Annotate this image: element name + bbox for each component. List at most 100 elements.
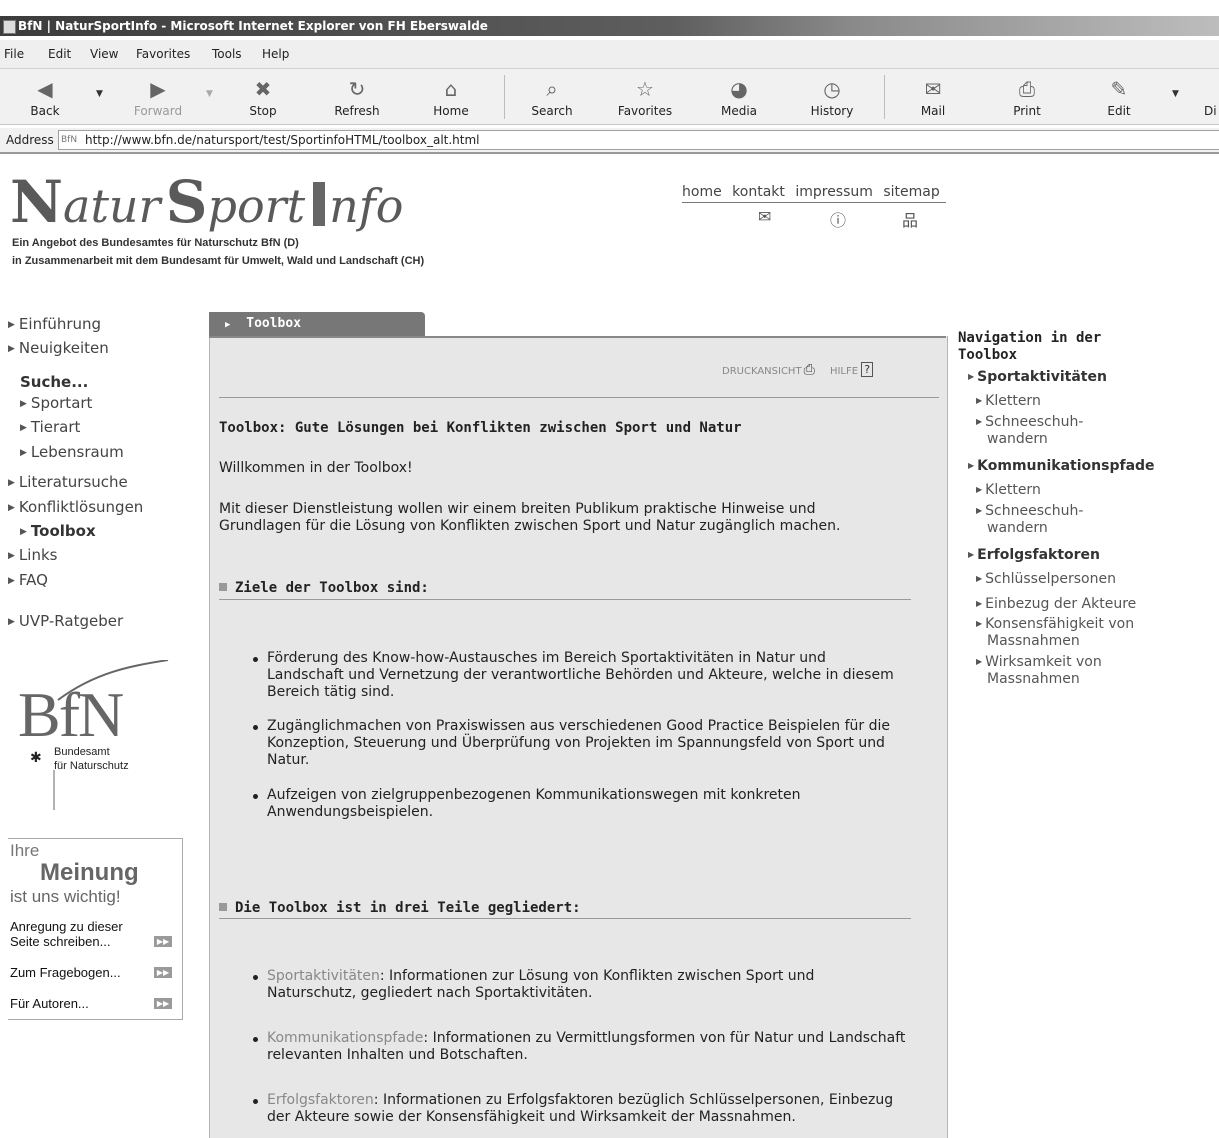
topnav-impressum[interactable]: impressum [795, 184, 873, 200]
envelope-icon[interactable]: ✉ [758, 207, 771, 226]
forward-button[interactable]: ▶ Forward [128, 69, 188, 124]
triangle-right-icon: ▶ [976, 599, 983, 608]
back-button[interactable]: ◀ Back [20, 69, 70, 124]
autoren-link[interactable]: Für Autoren... [10, 996, 89, 1011]
menu-favorites[interactable]: Favorites [136, 40, 190, 68]
anregung-link[interactable]: Anregung zu dieser Seite schreiben... [10, 919, 123, 949]
list-item: Förderung des Know-how-Austausches im Be… [253, 650, 907, 701]
forward-arrow-icon: ▶ [150, 77, 166, 101]
home-button[interactable]: ⌂ Home [426, 69, 476, 124]
hilfe-link[interactable]: HILFE [830, 366, 858, 377]
nav-links[interactable]: ▶ Links [8, 546, 57, 564]
toolbox-nav-title: Navigation in der Toolbox [958, 330, 1102, 363]
site-logo[interactable]: Natur Sport nfo [10, 168, 404, 236]
printer-icon[interactable]: ⎙ [804, 362, 815, 378]
triangle-right-icon: ▶ [20, 527, 27, 537]
divider [219, 599, 911, 600]
square-bullet-icon [219, 903, 227, 911]
forward-dropdown-icon[interactable]: ▼ [206, 89, 213, 99]
favorites-button[interactable]: ☆ Favorites [612, 69, 678, 124]
help-icon[interactable]: ? [861, 362, 874, 377]
druckansicht-link[interactable]: DRUCKANSICHT [722, 366, 802, 377]
stop-icon: ✖ [254, 77, 272, 101]
rnav-schneeschuh-1[interactable]: ▶ Schneeschuh-wandern [976, 413, 1083, 448]
rnav-schluesselpersonen[interactable]: ▶ Schlüsselpersonen [976, 570, 1116, 588]
rnav-schneeschuh-2[interactable]: ▶ Schneeschuh-wandern [976, 502, 1083, 537]
triangle-right-icon: ▶ [8, 617, 15, 627]
refresh-button[interactable]: ↻ Refresh [326, 69, 388, 124]
nav-lebensraum[interactable]: ▶ Lebensraum [20, 443, 124, 461]
erfolgsfaktoren-link[interactable]: Erfolgsfaktoren [267, 1092, 374, 1108]
address-url[interactable]: http://www.bfn.de/natursport/test/Sporti… [85, 131, 480, 149]
nav-faq[interactable]: ▶ FAQ [8, 571, 48, 589]
triangle-right-icon: ▶ [20, 423, 27, 433]
triangle-right-icon: ▶ [976, 657, 983, 666]
bfn-logo[interactable]: BfN ✱ Bundesamt für Naturschutz [18, 660, 178, 810]
rnav-sportaktivitaeten[interactable]: ▶ Sportaktivitäten [968, 368, 1107, 386]
triangle-right-icon: ▶ [8, 344, 15, 354]
menu-view[interactable]: View [90, 40, 118, 68]
back-dropdown-icon[interactable]: ▼ [96, 89, 103, 99]
browser-icon [3, 20, 16, 34]
arrow-button-icon[interactable]: ▶▶ [154, 998, 172, 1009]
print-button[interactable]: ⎙ Print [1002, 69, 1052, 124]
stop-button[interactable]: ✖ Stop [240, 69, 286, 124]
history-button[interactable]: ◷ History [804, 69, 860, 124]
edit-button[interactable]: ✎ Edit [1096, 69, 1142, 124]
info-icon[interactable]: ⓘ [830, 207, 846, 231]
search-icon: ⌕ [546, 77, 558, 101]
address-label: Address [6, 133, 54, 147]
list-item: Aufzeigen von zielgruppenbezogenen Kommu… [253, 787, 907, 821]
search-button[interactable]: ⌕ Search [524, 69, 580, 124]
nav-neuigkeiten[interactable]: ▶ Neuigkeiten [8, 339, 109, 357]
nav-tierart[interactable]: ▶ Tierart [20, 418, 80, 436]
triangle-right-icon: ▶ [968, 550, 975, 559]
list-item: Zugänglichmachen von Praxiswissen aus ve… [253, 718, 907, 769]
rnav-konsensfaehigkeit[interactable]: ▶ Konsensfähigkeit von Massnahmen [976, 615, 1134, 650]
kommunikationspfade-link[interactable]: Kommunikationspfade [267, 1030, 423, 1046]
discuss-button[interactable]: Di [1204, 69, 1219, 124]
print-help-bar: DRUCKANSICHT ⎙ HILFE ? [722, 362, 874, 378]
fragebogen-link[interactable]: Zum Fragebogen... [10, 965, 121, 980]
triangle-right-icon: ▶ [976, 619, 983, 628]
menu-tools[interactable]: Tools [212, 40, 242, 68]
menu-help[interactable]: Help [262, 40, 289, 68]
sportaktivitaeten-link[interactable]: Sportaktivitäten [267, 968, 380, 984]
rnav-erfolgsfaktoren[interactable]: ▶ Erfolgsfaktoren [968, 546, 1100, 564]
rnav-klettern-2[interactable]: ▶ Klettern [976, 481, 1041, 499]
mail-icon: ✉ [924, 77, 942, 101]
menu-file[interactable]: File [4, 40, 24, 68]
toolbar-separator [884, 75, 885, 119]
rnav-einbezug[interactable]: ▶ Einbezug der Akteure [976, 595, 1136, 613]
toolbar-separator [504, 75, 505, 119]
topnav-home[interactable]: home [682, 184, 722, 200]
nav-suche: Suche... [20, 373, 89, 391]
topnav-sitemap[interactable]: sitemap [883, 184, 939, 200]
square-bullet-icon [219, 583, 227, 591]
address-input[interactable]: BfN http://www.bfn.de/natursport/test/Sp… [58, 130, 1219, 150]
topnav-kontakt[interactable]: kontakt [732, 184, 785, 200]
nav-konfliktloesungen[interactable]: ▶ Konfliktlösungen [8, 498, 143, 516]
nav-sportart[interactable]: ▶ Sportart [20, 394, 92, 412]
nav-einfuehrung[interactable]: ▶ Einführung [8, 315, 101, 333]
media-button[interactable]: ◕ Media [714, 69, 764, 124]
nav-literatursuche[interactable]: ▶ Literatursuche [8, 473, 128, 491]
toolbar: ◀ Back ▼ ▶ Forward ▼ ✖ Stop ↻ Refresh ⌂ … [0, 69, 1219, 125]
arrow-button-icon[interactable]: ▶▶ [154, 967, 172, 978]
rnav-wirksamkeit[interactable]: ▶ Wirksamkeit von Massnahmen [976, 653, 1102, 688]
intro-line-1: Mit dieser Dienstleistung wollen wir ein… [219, 501, 816, 517]
intro-line-2: Grundlagen für die Lösung von Konflikten… [219, 518, 841, 534]
sitemap-icon[interactable]: 品 [902, 207, 918, 231]
rnav-kommunikationspfade[interactable]: ▶ Kommunikationspfade [968, 457, 1155, 475]
menu-edit[interactable]: Edit [48, 40, 71, 68]
arrow-button-icon[interactable]: ▶▶ [154, 936, 172, 947]
window-title: BfN | NaturSportInfo - Microsoft Interne… [18, 19, 488, 33]
nav-uvp-ratgeber[interactable]: ▶ UVP-Ratgeber [8, 612, 123, 630]
list-item: Sportaktivitäten: Informationen zur Lösu… [253, 968, 907, 1002]
rnav-klettern-1[interactable]: ▶ Klettern [976, 392, 1041, 410]
mail-button[interactable]: ✉ Mail [908, 69, 958, 124]
edit-dropdown-icon[interactable]: ▼ [1172, 89, 1179, 99]
discuss-icon [1204, 77, 1219, 101]
nav-toolbox[interactable]: ▶ Toolbox [20, 522, 96, 540]
media-icon: ◕ [730, 77, 748, 101]
